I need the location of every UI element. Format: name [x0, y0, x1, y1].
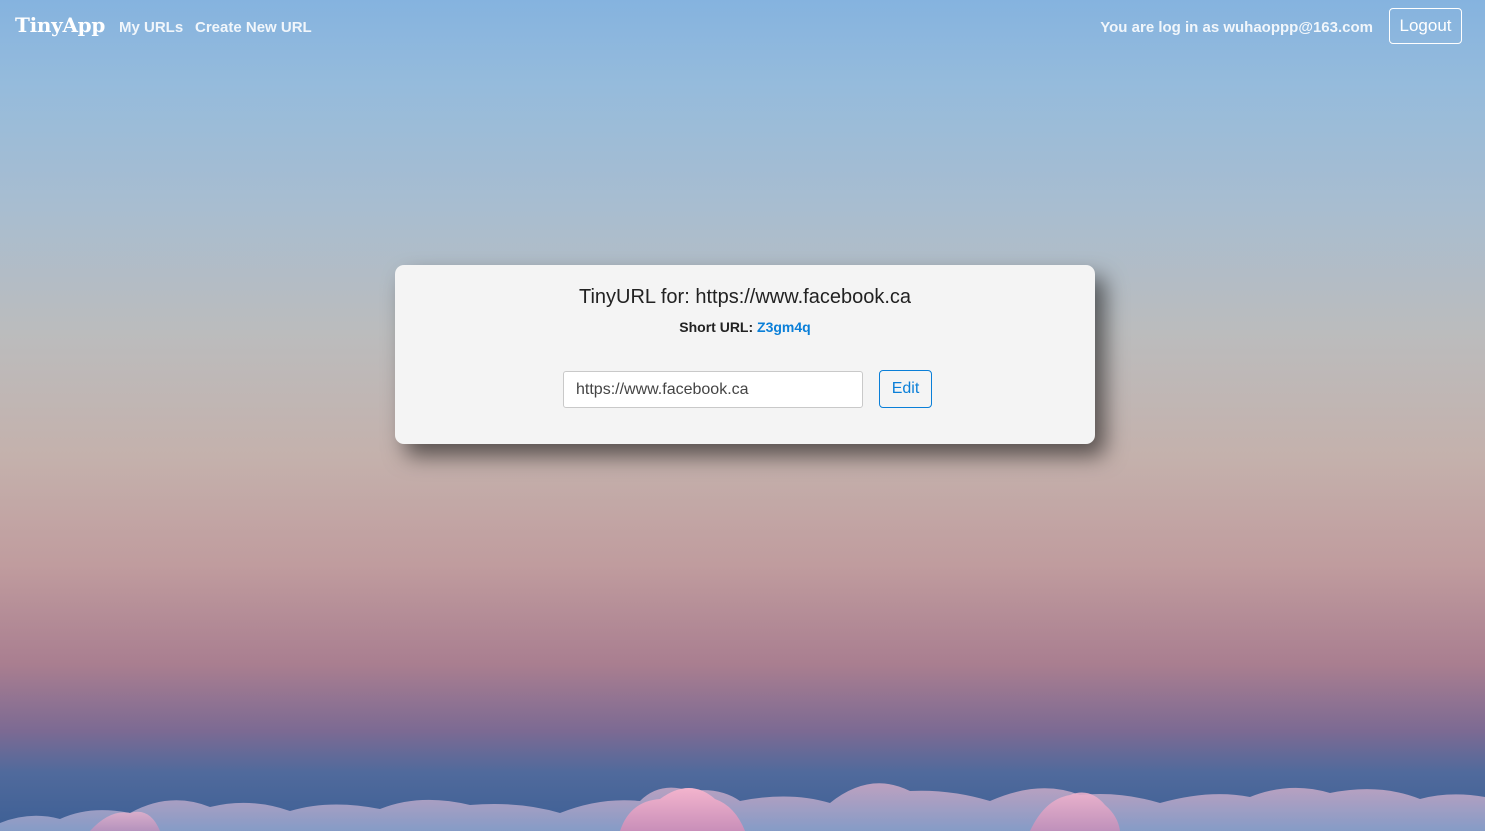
long-url-input[interactable]: [563, 371, 863, 408]
login-prefix: You are log in as: [1100, 19, 1220, 36]
login-status: You are log in as wuhaoppp@163.com: [1100, 19, 1373, 36]
cloud-layer: [0, 783, 1485, 831]
short-url-link[interactable]: Z3gm4q: [757, 319, 811, 335]
navbar: TinyApp My URLs Create New URL You are l…: [0, 0, 1485, 54]
edit-button[interactable]: Edit: [879, 370, 932, 408]
nav-create-new-url[interactable]: Create New URL: [195, 19, 312, 36]
title-prefix: TinyURL for:: [579, 286, 690, 308]
short-url-line: Short URL: Z3gm4q: [395, 319, 1095, 335]
long-url: https://www.facebook.ca: [695, 286, 911, 308]
card-title: TinyURL for: https://www.facebook.ca: [395, 286, 1095, 309]
short-url-label: Short URL:: [679, 319, 754, 335]
brand-logo[interactable]: TinyApp: [15, 13, 105, 37]
nav-my-urls[interactable]: My URLs: [119, 19, 183, 36]
logout-button[interactable]: Logout: [1389, 8, 1462, 44]
user-email: wuhaoppp@163.com: [1223, 19, 1373, 36]
url-detail-card: TinyURL for: https://www.facebook.ca Sho…: [395, 265, 1095, 444]
